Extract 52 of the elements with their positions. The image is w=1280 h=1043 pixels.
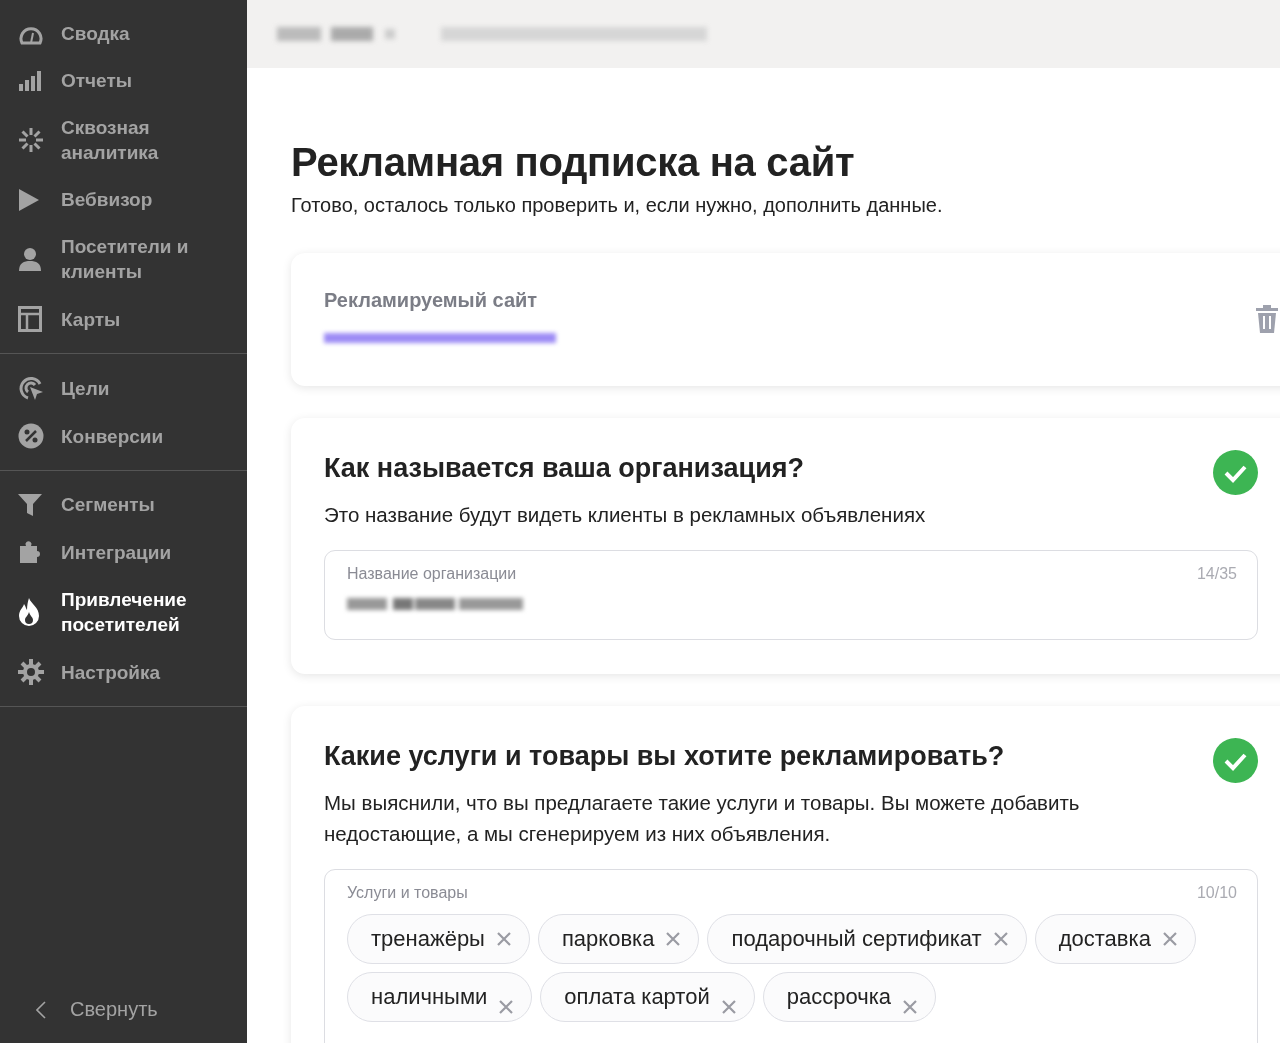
bar-chart-icon — [18, 70, 42, 91]
field-label: Название организации — [347, 565, 517, 583]
burst-icon — [18, 127, 44, 153]
sidebar-item[interactable]: Вебвизор — [0, 176, 247, 223]
site-label: Рекламируемый сайт — [324, 289, 539, 312]
sidebar-item[interactable]: Сквозная аналитика — [0, 104, 247, 176]
sidebar-item[interactable]: Сегменты — [0, 481, 247, 528]
sidebar-item[interactable]: Посетители и клиенты — [0, 223, 247, 295]
close-icon[interactable] — [903, 1000, 917, 1014]
gear-icon — [18, 659, 44, 685]
person-icon — [18, 247, 42, 271]
character-counter: 14/35 — [1196, 565, 1237, 583]
tag-chip[interactable]: парковка — [537, 914, 700, 964]
close-icon[interactable] — [1162, 932, 1177, 946]
tag-chip[interactable]: подарочный сертификат — [707, 914, 1027, 964]
close-icon[interactable] — [499, 1000, 514, 1014]
question-description: Мы выяснили, что вы предлагаете такие услуги и товары. Вы можете добавить недостающие, а мы сгенерируем из них объявления. — [324, 790, 1081, 847]
target-cursor-icon — [18, 375, 44, 401]
tag-chip[interactable]: доставка — [1034, 914, 1196, 964]
sidebar-item[interactable]: Цели — [0, 364, 247, 412]
close-icon[interactable] — [721, 1000, 736, 1014]
sidebar-item[interactable]: Сводка — [0, 10, 247, 57]
field-label: Услуги и товары — [347, 884, 468, 902]
close-icon[interactable] — [666, 932, 681, 946]
sidebar-item[interactable]: Конверсии — [0, 412, 247, 460]
question-title: Как называется ваша организация? — [324, 452, 804, 485]
close-icon[interactable] — [496, 932, 511, 946]
sidebar-item[interactable]: Настройка — [0, 648, 247, 696]
sidebar-item[interactable]: Привлечение посетителей — [0, 576, 247, 648]
page-subtitle: Готово, осталось только проверить и, если нужно, дополнить данные. — [291, 194, 944, 217]
layout-icon — [18, 306, 42, 332]
tags-field[interactable]: Услуги и товары 10/10 тренажёры парковка подарочный сертификат доставка наличными оплата картой рассрочка — [324, 869, 1258, 1043]
character-counter: 10/10 — [1196, 884, 1237, 902]
percent-icon — [18, 423, 44, 449]
sidebar-item[interactable]: Отчеты — [0, 57, 247, 104]
tag-chip[interactable]: тренажёры — [347, 914, 530, 964]
question-description: Это название будут видеть клиенты в рекламных объявлениях — [324, 502, 927, 528]
collapse-link[interactable]: Свернуть — [70, 998, 158, 1021]
tag-chip[interactable]: рассрочка — [762, 972, 936, 1022]
play-icon — [18, 187, 40, 212]
sidebar-item[interactable]: Интеграции — [0, 528, 247, 576]
chevron-left-icon[interactable] — [36, 1000, 46, 1019]
filter-icon — [18, 493, 42, 516]
question-title: Какие услуги и товары вы хотите рекламировать? — [324, 740, 1005, 773]
tag-chip[interactable]: оплата картой — [540, 972, 755, 1022]
trash-icon[interactable] — [1256, 304, 1278, 333]
flame-icon — [18, 598, 40, 626]
tag-chip[interactable]: наличными — [347, 972, 533, 1022]
input-field[interactable]: Название организации 14/35 — [324, 550, 1258, 640]
sidebar-item[interactable]: Карты — [0, 295, 247, 343]
close-icon[interactable] — [993, 932, 1008, 946]
page-title: Рекламная подписка на сайт — [291, 139, 856, 186]
